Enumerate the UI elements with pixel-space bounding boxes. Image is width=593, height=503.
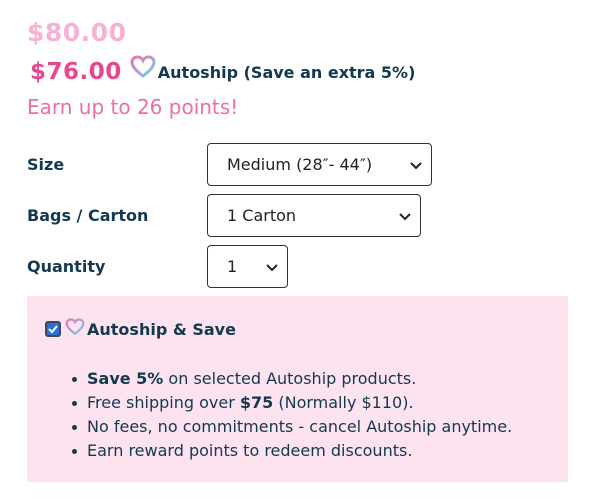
autoship-panel-title: Autoship & Save <box>87 320 236 339</box>
heart-icon <box>65 318 85 336</box>
size-label: Size <box>27 155 65 174</box>
original-price: $80.00 <box>27 18 127 47</box>
autoship-checkbox[interactable] <box>45 321 61 337</box>
benefits-list: Save 5% on selected Autoship products. F… <box>71 367 512 463</box>
list-item: Save 5% on selected Autoship products. <box>71 367 512 391</box>
chevron-down-icon <box>399 212 411 220</box>
size-select[interactable]: Medium (28″- 44″) <box>207 143 432 186</box>
quantity-select-value: 1 <box>227 257 238 276</box>
chevron-down-icon <box>266 263 278 271</box>
autoship-label: Autoship (Save an extra 5%) <box>157 62 416 82</box>
sale-price: $76.00 <box>30 59 122 85</box>
heart-icon <box>130 55 156 79</box>
chevron-down-icon <box>410 161 422 169</box>
list-item: No fees, no commitments - cancel Autoshi… <box>71 415 512 439</box>
checkmark-icon <box>48 325 58 334</box>
bags-select-value: 1 Carton <box>227 206 297 225</box>
reward-points-text: Earn up to 26 points! <box>27 95 239 119</box>
bags-label: Bags / Carton <box>27 206 149 225</box>
price-row: $76.00 Autoship (Save an extra 5%) <box>30 55 416 85</box>
quantity-label: Quantity <box>27 257 106 276</box>
list-item: Earn reward points to redeem discounts. <box>71 439 512 463</box>
size-select-value: Medium (28″- 44″) <box>227 155 373 174</box>
bags-select[interactable]: 1 Carton <box>207 194 421 237</box>
quantity-select[interactable]: 1 <box>207 245 288 288</box>
list-item: Free shipping over $75 (Normally $110). <box>71 391 512 415</box>
